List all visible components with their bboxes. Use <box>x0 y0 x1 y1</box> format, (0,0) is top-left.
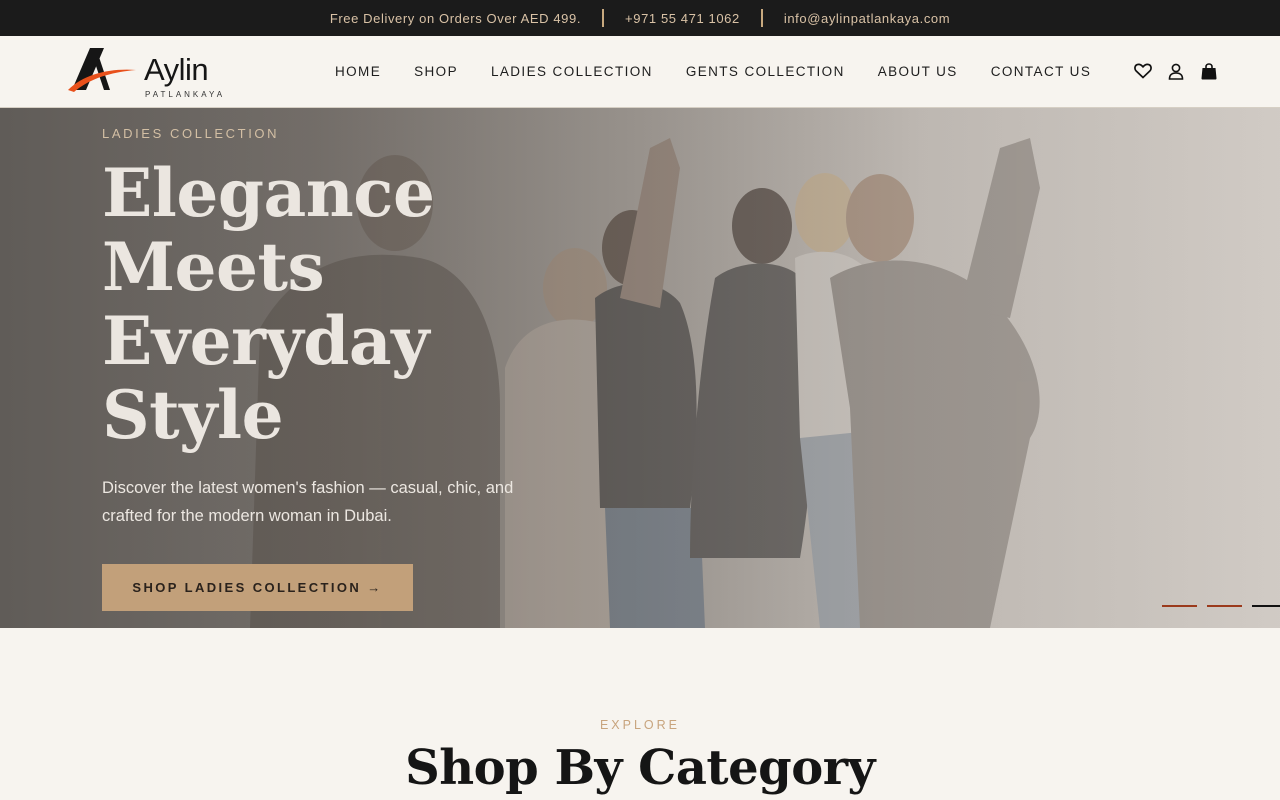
nav-gents-collection[interactable]: GENTS COLLECTION <box>686 64 845 79</box>
brand-subtitle: PATLANKAYA <box>145 90 226 99</box>
nav-home[interactable]: HOME <box>335 64 381 79</box>
site-header: Aylin PATLANKAYA HOME SHOP LADIES COLLEC… <box>0 36 1280 108</box>
section-title: Shop By Category <box>405 740 875 796</box>
nav-ladies-collection[interactable]: LADIES COLLECTION <box>491 64 653 79</box>
brand-name: Aylin <box>144 52 209 87</box>
email-link[interactable]: info@aylinpatlankaya.com <box>784 11 950 26</box>
header-icons <box>1134 62 1218 80</box>
divider <box>760 9 763 27</box>
nav-shop[interactable]: SHOP <box>414 64 458 79</box>
slider-dot[interactable] <box>1162 605 1197 607</box>
category-section: EXPLORE Shop By Category <box>0 628 1280 800</box>
slider-dots <box>1162 605 1280 607</box>
hero-eyebrow: LADIES COLLECTION <box>102 126 280 141</box>
hero-title-line: Elegance <box>102 154 435 232</box>
hero-title-line: Style <box>102 376 284 454</box>
announcement-bar: Free Delivery on Orders Over AED 499. +9… <box>0 0 1280 36</box>
section-eyebrow: EXPLORE <box>599 718 681 732</box>
slider-dot[interactable] <box>1252 605 1280 607</box>
main-nav: HOME SHOP LADIES COLLECTION GENTS COLLEC… <box>335 64 1091 79</box>
user-icon[interactable] <box>1167 62 1185 80</box>
heart-icon[interactable] <box>1134 62 1152 80</box>
slider-dot[interactable] <box>1207 605 1242 607</box>
bag-icon[interactable] <box>1200 62 1218 80</box>
phone-link[interactable]: +971 55 471 1062 <box>625 11 740 26</box>
free-delivery-text: Free Delivery on Orders Over AED 499. <box>329 10 582 26</box>
logo-mark-icon <box>68 48 136 92</box>
hero-title-line: Meets <box>102 228 325 306</box>
hero-description: Discover the latest women's fashion — ca… <box>102 479 514 525</box>
hero-title: Elegance Meets Everyday Style <box>102 156 522 452</box>
divider <box>602 9 605 27</box>
nav-about-us[interactable]: ABOUT US <box>878 64 958 79</box>
hero-title-line: Everyday <box>102 302 430 380</box>
shop-ladies-collection-button[interactable]: SHOP LADIES COLLECTION → <box>102 564 413 611</box>
nav-contact-us[interactable]: CONTACT US <box>991 64 1092 79</box>
hero-banner: LADIES COLLECTION Elegance Meets Everyda… <box>0 108 1280 628</box>
logo[interactable]: Aylin PATLANKAYA <box>66 46 226 99</box>
